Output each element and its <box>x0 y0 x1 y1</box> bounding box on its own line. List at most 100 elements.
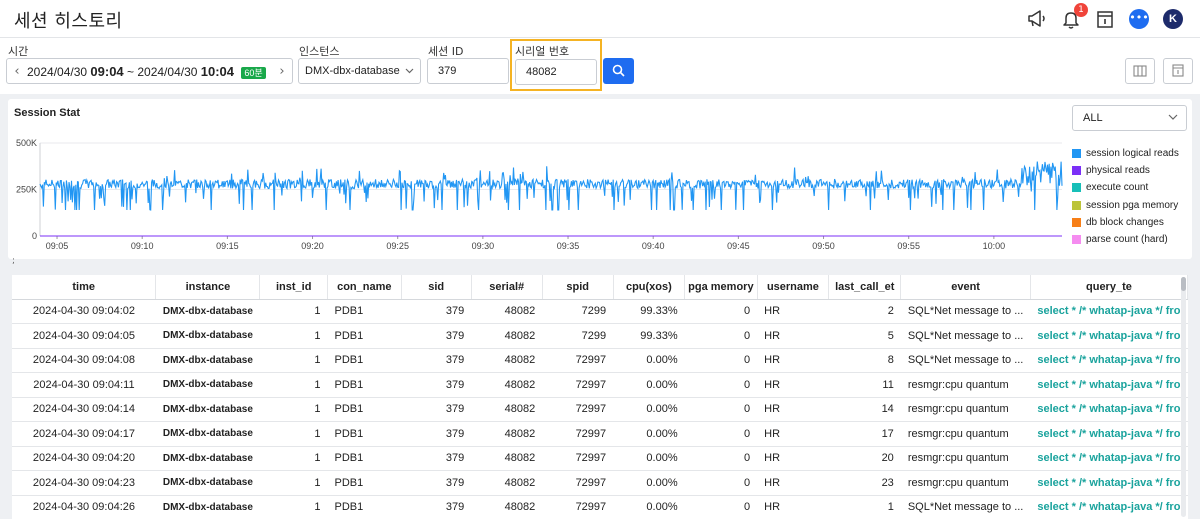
time-range-text[interactable]: 2024/04/30 09:04 ~ 2024/04/30 10:04 60분 <box>27 64 272 79</box>
time-from-hm: 09:04 <box>90 63 124 79</box>
time-range-picker[interactable]: ‹ 2024/04/30 09:04 ~ 2024/04/30 10:04 60… <box>6 58 293 84</box>
bell-icon[interactable]: 1 <box>1060 3 1088 30</box>
table-cell-inst-id: 1 <box>259 299 328 324</box>
legend-item[interactable]: session pga memory <box>1072 197 1179 214</box>
table-cell-inst-id: 1 <box>259 470 328 496</box>
export-button[interactable] <box>1163 58 1193 84</box>
instance-select[interactable]: DMX-dbx-database <box>298 58 421 84</box>
serial-input-value: 48082 <box>526 66 557 78</box>
table-cell-con-name: PDB1 <box>327 323 402 349</box>
table-row[interactable]: 2024-04-30 09:04:20 DMX-dbx-database 1 PDB1… <box>12 446 1188 471</box>
serial-label: 시리얼 번호 <box>515 45 570 58</box>
column-settings-button[interactable] <box>1125 58 1155 84</box>
table-cell-serial: 48082 <box>471 446 543 471</box>
session-table: time instance inst_id con_name sid serial# spi… <box>12 275 1188 519</box>
document-icon[interactable] <box>1094 8 1116 30</box>
table-cell-query-te[interactable]: select * /* whatap-java */ fro <box>1030 323 1188 349</box>
table-cell-username: HR <box>757 421 829 447</box>
table-cell-serial: 48082 <box>471 470 543 496</box>
legend-item[interactable]: execute count <box>1072 179 1179 196</box>
table-cell-query-te[interactable]: select * /* whatap-java */ fro <box>1030 470 1188 496</box>
table-cell-last-call-et: 1 <box>828 495 901 519</box>
table-row[interactable]: 2024-04-30 09:04:23 DMX-dbx-database 1 PDB1… <box>12 470 1188 496</box>
legend-label: session pga memory <box>1086 199 1179 211</box>
top-bar: 세션 히스토리 1 ••• K <box>0 0 1200 38</box>
legend-swatch <box>1072 217 1081 227</box>
column-header[interactable]: cpu(xos) <box>613 275 686 300</box>
table-row[interactable]: 2024-04-30 09:04:11 DMX-dbx-database 1 PDB1… <box>12 372 1188 398</box>
table-cell-sid: 379 <box>401 495 472 519</box>
chevron-down-icon <box>405 66 414 76</box>
table-row[interactable]: 2024-04-30 09:04:08 DMX-dbx-database 1 PDB1… <box>12 348 1188 373</box>
table-cell-time: 2024-04-30 09:04:14 <box>12 397 156 422</box>
column-header[interactable]: username <box>757 275 830 300</box>
table-cell-query-te[interactable]: select * /* whatap-java */ fro <box>1030 421 1188 447</box>
table-cell-cpu-xos: 0.00% <box>613 446 685 471</box>
table-cell-last-call-et: 17 <box>828 421 901 447</box>
table-cell-query-te[interactable]: select * /* whatap-java */ fro <box>1030 372 1188 398</box>
column-header[interactable]: inst_id <box>259 275 328 300</box>
legend-item[interactable]: session logical reads <box>1072 145 1179 162</box>
table-cell-time: 2024-04-30 09:04:05 <box>12 323 156 349</box>
column-header[interactable]: event <box>900 275 1031 300</box>
column-header[interactable]: pga memory <box>684 275 758 300</box>
table-cell-instance: DMX-dbx-database <box>155 421 260 447</box>
table-cell-username: HR <box>757 348 829 373</box>
table-row[interactable]: 2024-04-30 09:04:14 DMX-dbx-database 1 PDB1… <box>12 397 1188 422</box>
table-cell-query-te[interactable]: select * /* whatap-java */ fro <box>1030 299 1188 324</box>
column-header[interactable]: instance <box>155 275 261 300</box>
sid-input[interactable]: 379 <box>427 58 509 84</box>
column-header[interactable]: serial# <box>471 275 543 300</box>
table-scroll-thumb[interactable] <box>1181 277 1186 291</box>
table-cell-spid: 7299 <box>542 299 614 324</box>
legend-item[interactable]: db block changes <box>1072 214 1179 231</box>
table-cell-query-te[interactable]: select * /* whatap-java */ fro <box>1030 495 1188 519</box>
chevron-left-icon[interactable]: ‹ <box>7 64 27 79</box>
serial-input[interactable]: 48082 <box>515 59 597 85</box>
legend-label: session logical reads <box>1086 148 1179 160</box>
legend-label: physical reads <box>1086 165 1150 177</box>
column-header[interactable]: last_call_et <box>828 275 902 300</box>
table-cell-inst-id: 1 <box>259 495 328 519</box>
user-avatar[interactable]: K <box>1162 8 1184 30</box>
table-cell-pga-memory: 0 <box>684 470 758 496</box>
y-tick-label: 500K <box>16 138 37 148</box>
legend-label: db block changes <box>1086 216 1164 228</box>
time-label: 시간 <box>8 45 29 58</box>
table-row[interactable]: 2024-04-30 09:04:17 DMX-dbx-database 1 PDB1… <box>12 421 1188 447</box>
column-header[interactable]: sid <box>401 275 472 300</box>
table-row[interactable]: 2024-04-30 09:04:05 DMX-dbx-database 1 PDB1… <box>12 323 1188 349</box>
table-cell-query-te[interactable]: select * /* whatap-java */ fro <box>1030 446 1188 471</box>
table-cell-last-call-et: 2 <box>828 299 901 324</box>
table-cell-instance: DMX-dbx-database <box>155 323 260 349</box>
column-header[interactable]: con_name <box>327 275 402 300</box>
column-header[interactable]: spid <box>542 275 614 300</box>
table-cell-spid: 72997 <box>542 348 614 373</box>
table-cell-event: SQL*Net message to ... <box>900 495 1031 519</box>
session-table-panel: time instance inst_id con_name sid serial# spi… <box>12 275 1188 519</box>
table-cell-query-te[interactable]: select * /* whatap-java */ fro <box>1030 397 1188 422</box>
table-cell-sid: 379 <box>401 421 472 447</box>
table-cell-inst-id: 1 <box>259 348 328 373</box>
table-row[interactable]: 2024-04-30 09:04:26 DMX-dbx-database 1 PDB1… <box>12 495 1188 519</box>
table-cell-query-te[interactable]: select * /* whatap-java */ fro <box>1030 348 1188 373</box>
x-tick-label: 09:25 <box>386 241 409 251</box>
legend-item[interactable]: parse count (hard) <box>1072 231 1179 248</box>
table-cell-sid: 379 <box>401 470 472 496</box>
chevron-right-icon[interactable]: › <box>272 64 292 79</box>
legend-item[interactable]: physical reads <box>1072 162 1179 179</box>
table-cell-event: resmgr:cpu quantum <box>900 470 1031 496</box>
x-tick-label: 09:40 <box>642 241 665 251</box>
table-cell-inst-id: 1 <box>259 323 328 349</box>
column-header[interactable]: time <box>12 275 157 300</box>
chat-bubble: ••• <box>1129 9 1149 29</box>
table-cell-time: 2024-04-30 09:04:17 <box>12 421 156 447</box>
megaphone-icon[interactable] <box>1026 8 1048 30</box>
table-row[interactable]: 2024-04-30 09:04:02 DMX-dbx-database 1 PDB1… <box>12 299 1188 324</box>
search-button[interactable] <box>603 58 634 84</box>
chat-icon[interactable]: ••• <box>1128 8 1150 30</box>
table-scrollbar[interactable] <box>1181 277 1186 517</box>
column-header[interactable]: query_te <box>1030 275 1188 300</box>
metric-filter-select[interactable]: ALL <box>1072 105 1187 131</box>
legend-swatch <box>1072 235 1081 245</box>
